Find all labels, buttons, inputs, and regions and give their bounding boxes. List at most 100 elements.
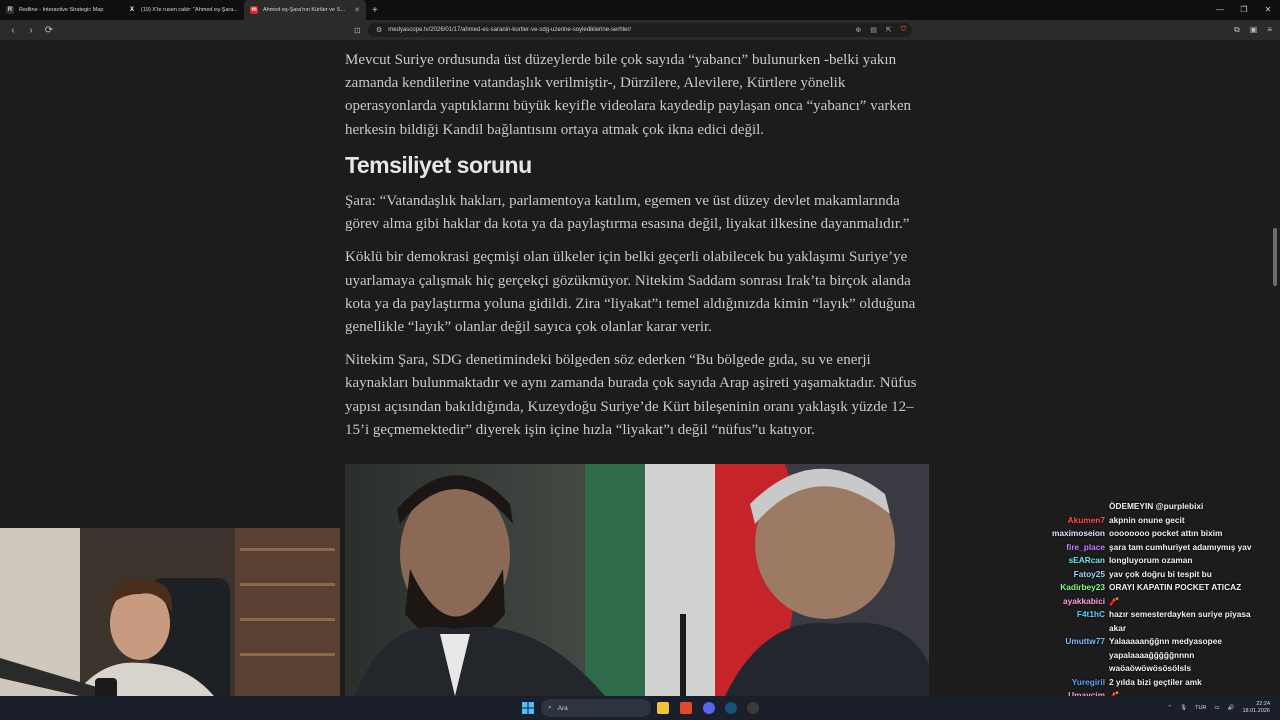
network-icon[interactable]: ▭ (1214, 705, 1219, 711)
chat-text: 🧨 (1109, 595, 1120, 606)
chat-username[interactable]: maximoseion (1040, 527, 1105, 541)
page-scrollbar[interactable] (1273, 228, 1277, 286)
chat-text: Yalaaaaanğğnn medyasopee (1109, 636, 1222, 646)
brave-shield-icon[interactable]: ⛉ (901, 26, 906, 34)
chat-username[interactable]: Akumen7 (1040, 514, 1105, 528)
tab-article[interactable]: m Ahmed eş-Şara'nın Kürtler ve SDG... ✕ (244, 0, 366, 20)
chat-text: waöaöwöwösösölsls (1109, 663, 1192, 673)
photo-illustration (345, 464, 929, 696)
window-controls: — ❐ ✕ (1208, 0, 1280, 20)
chat-username[interactable]: ayakkabici (1040, 595, 1105, 609)
paragraph: Şara: “Vatandaşlık hakları, parlamentoya… (345, 193, 910, 233)
chat-text: yapalaaaağğğğğnnnn (1109, 649, 1195, 660)
chat-username[interactable]: fire_place (1040, 541, 1105, 555)
file-explorer-icon[interactable] (657, 702, 669, 714)
date: 18.01.2026 (1242, 708, 1270, 714)
chat-username[interactable]: Umuttw77 (1040, 635, 1105, 649)
article-body: Mevcut Suriye ordusunda üst düzeylerde b… (345, 49, 930, 452)
chat-username[interactable]: Fatoy25 (1040, 568, 1105, 582)
reader-icon[interactable]: ▤ (870, 26, 877, 34)
chat-message: Akumen7 akpnin onune gecit (1040, 514, 1280, 528)
site-info-icon[interactable]: ⚙ (376, 26, 382, 34)
chat-text: ORAYI KAPATIN POCKET ATICAZ (1109, 582, 1242, 592)
language-indicator[interactable]: TUR (1195, 705, 1206, 711)
new-tab-button[interactable]: + (372, 5, 378, 16)
bookmark-icon[interactable]: ⊡ (354, 26, 361, 35)
chat-message: Kadirbey23 ORAYI KAPATIN POCKET ATICAZ (1040, 581, 1280, 595)
url-text[interactable]: medyascope.tv/2026/01/17/ahmed-es-sarani… (388, 27, 631, 33)
paragraph: Nitekim Şara, SDG denetimindeki bölgeden… (345, 352, 917, 438)
steam-icon[interactable] (725, 702, 737, 714)
tab-title: Redline - Interactive Strategic Map (19, 7, 104, 13)
tab-bar: R Redline - Interactive Strategic Map X … (0, 0, 1280, 20)
windows-start-icon[interactable] (522, 702, 534, 714)
discord-icon[interactable] (703, 702, 715, 714)
search-icon: ⌕ (548, 704, 552, 711)
tab-title: Ahmed eş-Şara'nın Kürtler ve SDG... (263, 7, 350, 13)
x-icon: X (129, 7, 134, 13)
chat-text: 2 yılda bizi geçtiler amk (1109, 676, 1202, 687)
redline-icon: R (6, 6, 14, 14)
address-toolbar: ‹ › ⟳ ⊡ ⚙ medyascope.tv/2026/01/17/ahmed… (0, 20, 1280, 40)
search-placeholder: Ara (557, 704, 568, 712)
tray-chevron-icon[interactable]: ⌃ (1168, 705, 1173, 711)
close-window-button[interactable]: ✕ (1256, 0, 1280, 20)
minimize-button[interactable]: — (1208, 0, 1232, 20)
obs-icon[interactable] (747, 702, 759, 714)
chat-text: akar (1109, 622, 1127, 633)
system-tray: ⌃ 🎙 TUR ▭ 🔊 22:24 18.01.2026 (1168, 696, 1271, 720)
medyascope-icon: m (250, 6, 258, 14)
chat-text: hazır semesterdayken suriye piyasa (1109, 609, 1251, 619)
chat-message: Yuregiril 2 yılda bizi geçtiler amk (1040, 676, 1280, 690)
chat-message: fire_place şara tam cumhuriyet adamıymış … (1040, 541, 1280, 555)
chat-message: akar (1040, 622, 1280, 636)
chat-text: longluyorum ozaman (1109, 555, 1193, 565)
chat-username[interactable]: Yuregiril (1040, 676, 1105, 690)
chat-username[interactable]: sEARcan (1040, 554, 1105, 568)
taskbar-search[interactable]: ⌕ Ara (541, 699, 651, 717)
url-bar[interactable]: ⚙ medyascope.tv/2026/01/17/ahmed-es-sara… (368, 23, 912, 37)
time: 22:24 (1256, 701, 1270, 707)
chat-text: akpnin onune gecit (1109, 514, 1185, 525)
chat-text: şara tam cumhuriyet adamıymış yav (1109, 541, 1252, 552)
chat-username[interactable]: F4t1hC (1040, 608, 1105, 622)
toolbar-right: ⧉ ▣ ≡ (1234, 25, 1272, 35)
forward-icon[interactable]: › (26, 25, 36, 36)
maximize-button[interactable]: ❐ (1232, 0, 1256, 20)
paragraph: Mevcut Suriye ordusunda üst düzeylerde b… (345, 52, 912, 138)
paragraph: Köklü bir demokrasi geçmişi olan ülkeler… (345, 249, 916, 336)
webcam-overlay (0, 528, 340, 720)
mic-icon[interactable]: 🎙 (1180, 705, 1187, 711)
chat-message: ÖDEMEYIN @purplebixi (1040, 500, 1280, 514)
chat-message: yapalaaaağğğğğnnnn (1040, 649, 1280, 663)
chat-message: F4t1hC hazır semesterdayken suriye piyasa (1040, 608, 1280, 622)
reload-icon[interactable]: ⟳ (44, 25, 54, 36)
extensions-icon[interactable]: ⧉ (1234, 25, 1240, 35)
tab-title: (19) X'te rusen cakir: "Ahmed eş-Şara... (141, 7, 238, 13)
chat-message: Fatoy25 yav çok doğru bi tespit bu (1040, 568, 1280, 582)
webcam-illustration (0, 528, 340, 720)
clock[interactable]: 22:24 18.01.2026 (1242, 701, 1270, 715)
article-photo (345, 464, 929, 696)
chat-text: oooooooo pocket attın bixim (1109, 528, 1223, 538)
wallet-icon[interactable]: ▣ (1250, 25, 1258, 35)
chat-text: ÖDEMEYIN @purplebixi (1109, 501, 1204, 511)
share-icon[interactable]: ⇱ (886, 26, 892, 34)
section-heading: Temsiliyet sorunu (345, 151, 532, 178)
chat-text: yav çok doğru bi tespit bu (1109, 568, 1212, 579)
chat-message: ayakkabici 🧨 (1040, 595, 1280, 609)
close-icon[interactable]: ✕ (354, 6, 360, 14)
chat-message: maximoseion oooooooo pocket attın bixim (1040, 527, 1280, 541)
volume-icon[interactable]: 🔊 (1228, 705, 1235, 711)
zoom-icon[interactable]: ⊕ (855, 26, 861, 34)
tab-x-post[interactable]: X (19) X'te rusen cakir: "Ahmed eş-Şara.… (122, 0, 244, 20)
back-icon[interactable]: ‹ (8, 25, 18, 36)
menu-icon[interactable]: ≡ (1267, 25, 1272, 35)
chat-message: Umuttw77 Yalaaaaanğğnn medyasopee (1040, 635, 1280, 649)
chat-message: sEARcan longluyorum ozaman (1040, 554, 1280, 568)
brave-browser-icon[interactable] (680, 702, 692, 714)
chat-username[interactable]: Kadirbey23 (1040, 581, 1105, 595)
chat-message: waöaöwöwösösölsls (1040, 662, 1280, 676)
tab-redline[interactable]: R Redline - Interactive Strategic Map (0, 0, 122, 20)
stream-chat: ÖDEMEYIN @purplebixi Akumen7 akpnin onune … (1040, 500, 1280, 718)
